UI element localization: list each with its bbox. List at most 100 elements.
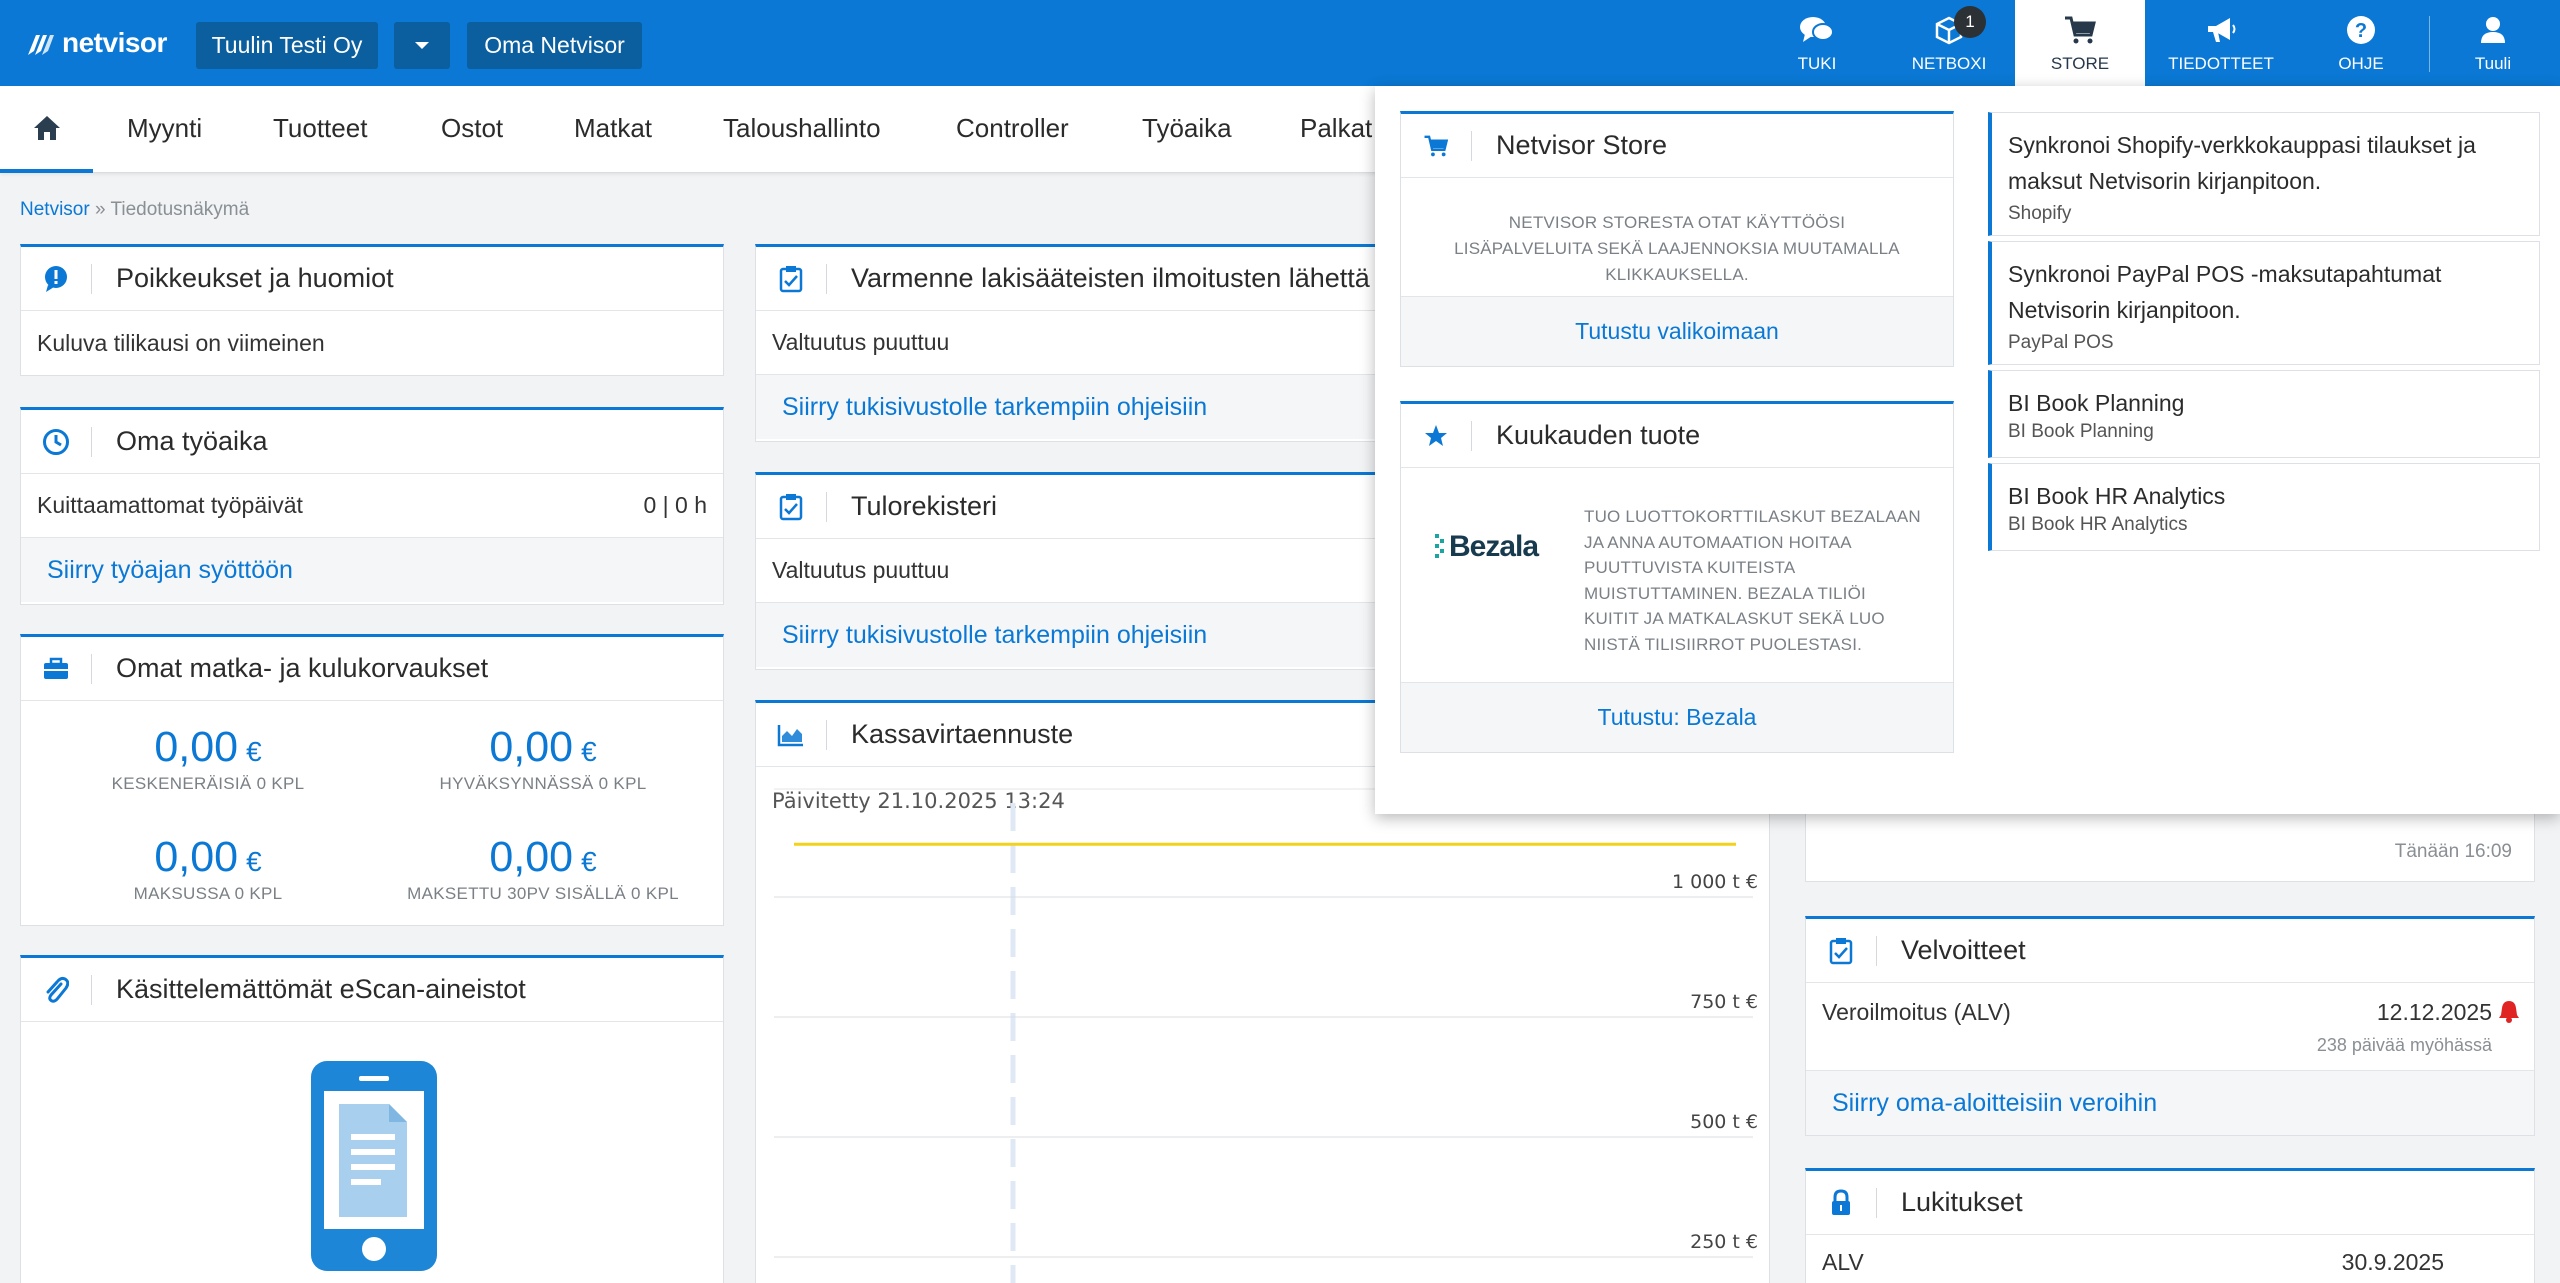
goto-time-entry-link[interactable]: Siirry työajan syöttöön bbox=[21, 538, 723, 602]
timestamp: Tänään 16:09 bbox=[2394, 841, 2512, 862]
nav-tiedotteet[interactable]: TIEDOTTEET bbox=[2156, 0, 2286, 86]
nav-netboxi-label: NETBOXI bbox=[1911, 54, 1987, 73]
panel-lukitukset: Lukitukset ALV 30.9.2025 bbox=[1805, 1168, 2535, 1283]
amount-label: KESKENERÄISIÄ 0 KPL bbox=[111, 774, 305, 793]
self-assessed-taxes-link[interactable]: Siirry oma-aloitteisiin veroihin bbox=[1806, 1071, 2534, 1135]
menu-ostot[interactable]: Ostot bbox=[441, 113, 503, 144]
unconfirmed-days-row: Kuittaamattomat työpäivät 0 | 0 h bbox=[21, 474, 723, 538]
chart-y-tick-label: 1 000 t € bbox=[1672, 871, 1758, 893]
panel-tulorekisteri: Tulorekisteri Valtuutus puuttuu Siirry t… bbox=[755, 472, 1405, 670]
panel-header: Netvisor Store bbox=[1401, 114, 1953, 178]
header-divider bbox=[91, 653, 92, 684]
obligation-name: Veroilmoitus (ALV) bbox=[1822, 999, 2011, 1025]
company-dropdown-button[interactable] bbox=[394, 22, 450, 69]
netvisor-logo[interactable]: netvisor bbox=[26, 26, 167, 60]
nav-ohje[interactable]: ? OHJE bbox=[2296, 0, 2426, 86]
bezala-logo-mark bbox=[1435, 534, 1444, 558]
store-item-vendor: BI Book HR Analytics bbox=[2008, 514, 2188, 535]
amount: 0,00 bbox=[154, 723, 239, 771]
clipboard-check-icon bbox=[756, 475, 826, 539]
menu-matkat[interactable]: Matkat bbox=[574, 113, 652, 144]
bezala-logo-text: Bezala bbox=[1449, 530, 1539, 563]
row-label: Valtuutus puuttuu bbox=[772, 329, 950, 355]
header-divider bbox=[1876, 1187, 1877, 1218]
home-button[interactable] bbox=[0, 86, 93, 173]
chart-y-tick-label: 500 t € bbox=[1690, 1111, 1758, 1133]
store-item-bi-hr[interactable]: BI Book HR Analytics BI Book HR Analytic… bbox=[1988, 463, 2540, 551]
menu-tyoaika[interactable]: Työaika bbox=[1142, 113, 1232, 144]
chat-bubbles-icon bbox=[1799, 12, 1835, 48]
browse-store-link[interactable]: Tutustu valikoimaan bbox=[1401, 296, 1953, 366]
lock-name: ALV bbox=[1822, 1249, 1864, 1275]
authorization-row: Valtuutus puuttuu bbox=[756, 311, 1404, 375]
brand-name: netvisor bbox=[62, 27, 167, 58]
header-divider bbox=[1471, 130, 1472, 161]
overdue-note: 238 päivää myöhässä bbox=[2316, 1035, 2492, 1055]
nav-user[interactable]: Tuuli bbox=[2428, 0, 2558, 86]
panel-header: Varmenne lakisääteisten ilmoitusten lähe… bbox=[756, 247, 1404, 311]
panel-kulukorvaukset: Omat matka- ja kulukorvaukset 0,00 € KESK… bbox=[20, 634, 724, 926]
support-site-link[interactable]: Siirry tukisivustolle tarkempiin ohjeisi… bbox=[756, 603, 1404, 667]
panel-title: Lukitukset bbox=[1901, 1187, 2023, 1217]
menu-tuotteet[interactable]: Tuotteet bbox=[273, 113, 367, 144]
help-icon: ? bbox=[2346, 12, 2376, 48]
menu-myynti[interactable]: Myynti bbox=[127, 113, 202, 144]
store-item-paypal[interactable]: Synkronoi PayPal POS -maksutapahtumat Ne… bbox=[1988, 241, 2540, 365]
breadcrumb-separator: » bbox=[94, 199, 106, 220]
store-item-vendor: PayPal POS bbox=[2008, 332, 2114, 353]
bell-alert-icon bbox=[2499, 1001, 2519, 1023]
panel-escan: Käsittelemättömät eScan-aineistot bbox=[20, 955, 724, 1283]
store-description: NETVISOR STORESTA OTAT KÄYTTÖÖSI LISÄPAL… bbox=[1454, 213, 1900, 284]
nav-tiedotteet-label: TIEDOTTEET bbox=[2168, 54, 2274, 73]
header-divider bbox=[1471, 420, 1472, 451]
currency: € bbox=[246, 846, 262, 877]
amount-label: HYVÄKSYNNÄSSÄ 0 KPL bbox=[439, 774, 647, 793]
expense-in-progress[interactable]: 0,00 € KESKENERÄISIÄ 0 KPL bbox=[43, 723, 373, 794]
cart-icon bbox=[2063, 12, 2097, 48]
clipboard-check-icon bbox=[756, 247, 826, 311]
store-item-title: Synkronoi Shopify-verkkokauppasi tilauks… bbox=[2008, 132, 2476, 194]
explore-bezala-link[interactable]: Tutustu: Bezala bbox=[1401, 682, 1953, 752]
header-divider bbox=[91, 974, 92, 1005]
chart-y-tick-label: 250 t € bbox=[1690, 1231, 1758, 1253]
header-divider bbox=[826, 263, 827, 294]
expense-in-payment[interactable]: 0,00 € MAKSUSSA 0 KPL bbox=[43, 833, 373, 904]
product-description: TUO LUOTTOKORTTILASKUT BEZALAAN JA ANNA … bbox=[1584, 507, 1921, 654]
obligation-date: 12.12.2025 bbox=[2376, 999, 2492, 1025]
authorization-row: Valtuutus puuttuu bbox=[756, 539, 1404, 603]
obligation-row[interactable]: Veroilmoitus (ALV) 12.12.2025 238 päivää… bbox=[1806, 983, 2534, 1071]
bezala-logo[interactable]: Bezala bbox=[1435, 530, 1539, 564]
paperclip-icon bbox=[21, 958, 91, 1022]
header-divider bbox=[1876, 935, 1877, 966]
lock-date: 30.9.2025 bbox=[2341, 1249, 2444, 1275]
store-item-bi-planning[interactable]: BI Book Planning BI Book Planning bbox=[1988, 370, 2540, 458]
support-site-link[interactable]: Siirry tukisivustolle tarkempiin ohjeisi… bbox=[756, 375, 1404, 439]
breadcrumb-root[interactable]: Netvisor bbox=[20, 199, 90, 220]
menu-controller[interactable]: Controller bbox=[956, 113, 1069, 144]
panel-header: Velvoitteet bbox=[1806, 919, 2534, 983]
oma-netvisor-button[interactable]: Oma Netvisor bbox=[467, 22, 642, 69]
store-item-shopify[interactable]: Synkronoi Shopify-verkkokauppasi tilauks… bbox=[1988, 112, 2540, 236]
top-bar: netvisor Tuulin Testi Oy Oma Netvisor TU… bbox=[0, 0, 2560, 86]
briefcase-icon bbox=[21, 637, 91, 701]
row-value: 0 | 0 h bbox=[643, 492, 707, 518]
panel-header: Tulorekisteri bbox=[756, 475, 1404, 539]
currency: € bbox=[581, 846, 597, 877]
expense-paid-30d[interactable]: 0,00 € MAKSETTU 30PV SISÄLLÄ 0 KPL bbox=[378, 833, 708, 904]
company-selector[interactable]: Tuulin Testi Oy bbox=[196, 22, 378, 69]
menu-taloushallinto[interactable]: Taloushallinto bbox=[723, 113, 881, 144]
user-icon bbox=[2479, 12, 2507, 48]
panel-header: Omat matka- ja kulukorvaukset bbox=[21, 637, 723, 701]
expense-in-approval[interactable]: 0,00 € HYVÄKSYNNÄSSÄ 0 KPL bbox=[378, 723, 708, 794]
panel-velvoitteet: Velvoitteet Veroilmoitus (ALV) 12.12.202… bbox=[1805, 916, 2535, 1136]
store-item-title: Synkronoi PayPal POS -maksutapahtumat Ne… bbox=[2008, 261, 2442, 323]
nav-tuki[interactable]: TUKI bbox=[1752, 0, 1882, 86]
store-title: Netvisor Store bbox=[1496, 130, 1668, 160]
nav-netboxi[interactable]: NETBOXI 1 bbox=[1884, 0, 2014, 86]
product-of-month-box: Kuukauden tuote Bezala TUO LUOTTOKORTTIL… bbox=[1400, 401, 1954, 753]
amount: 0,00 bbox=[489, 723, 574, 771]
nav-store[interactable]: STORE bbox=[2015, 0, 2145, 86]
panel-title: Varmenne lakisääteisten ilmoitusten lähe… bbox=[851, 263, 1370, 293]
menu-palkat[interactable]: Palkat bbox=[1300, 113, 1372, 144]
panel-title: Poikkeukset ja huomiot bbox=[116, 263, 394, 293]
